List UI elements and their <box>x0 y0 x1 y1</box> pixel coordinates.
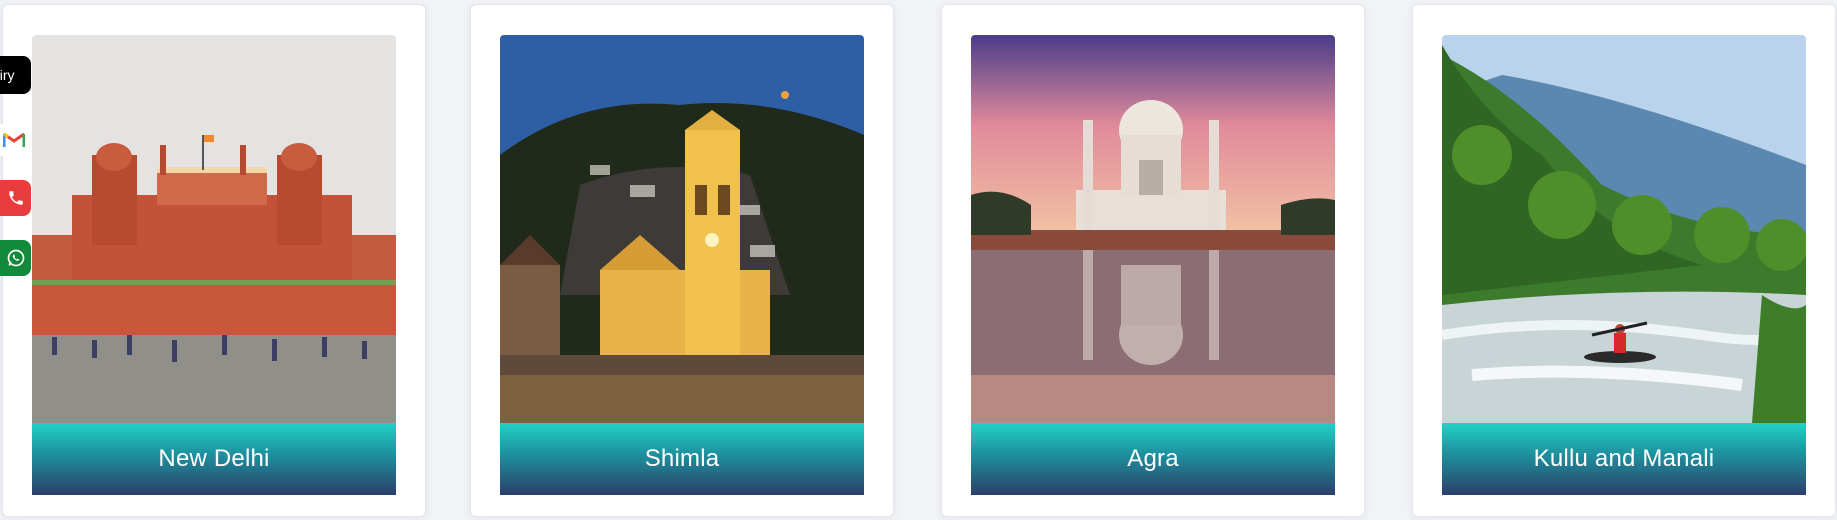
destination-card[interactable]: Shimla <box>470 4 894 517</box>
whatsapp-icon <box>7 249 24 267</box>
enquiry-button[interactable]: uiry <box>0 56 31 94</box>
whatsapp-button[interactable] <box>0 240 31 276</box>
gmail-icon <box>3 132 25 147</box>
destination-card[interactable]: Kullu and Manali <box>1412 4 1836 517</box>
destination-cards: New Delhi Shimla Agra Kullu and Manali <box>0 0 1837 520</box>
destination-title[interactable]: New Delhi <box>32 423 396 495</box>
destination-title[interactable]: Agra <box>971 423 1335 495</box>
destination-title[interactable]: Shimla <box>500 423 864 495</box>
enquiry-label: uiry <box>0 67 15 83</box>
destination-card[interactable]: Agra <box>941 4 1365 517</box>
destination-title[interactable]: Kullu and Manali <box>1442 423 1806 495</box>
taj-mahal-photo <box>971 35 1335 423</box>
phone-icon <box>8 191 23 205</box>
destination-card[interactable]: New Delhi <box>2 4 426 517</box>
mail-button[interactable] <box>0 124 28 156</box>
red-fort-photo <box>32 35 396 423</box>
kullu-manali-river-photo <box>1442 35 1806 423</box>
shimla-church-photo <box>500 35 864 423</box>
call-button[interactable] <box>0 180 31 216</box>
